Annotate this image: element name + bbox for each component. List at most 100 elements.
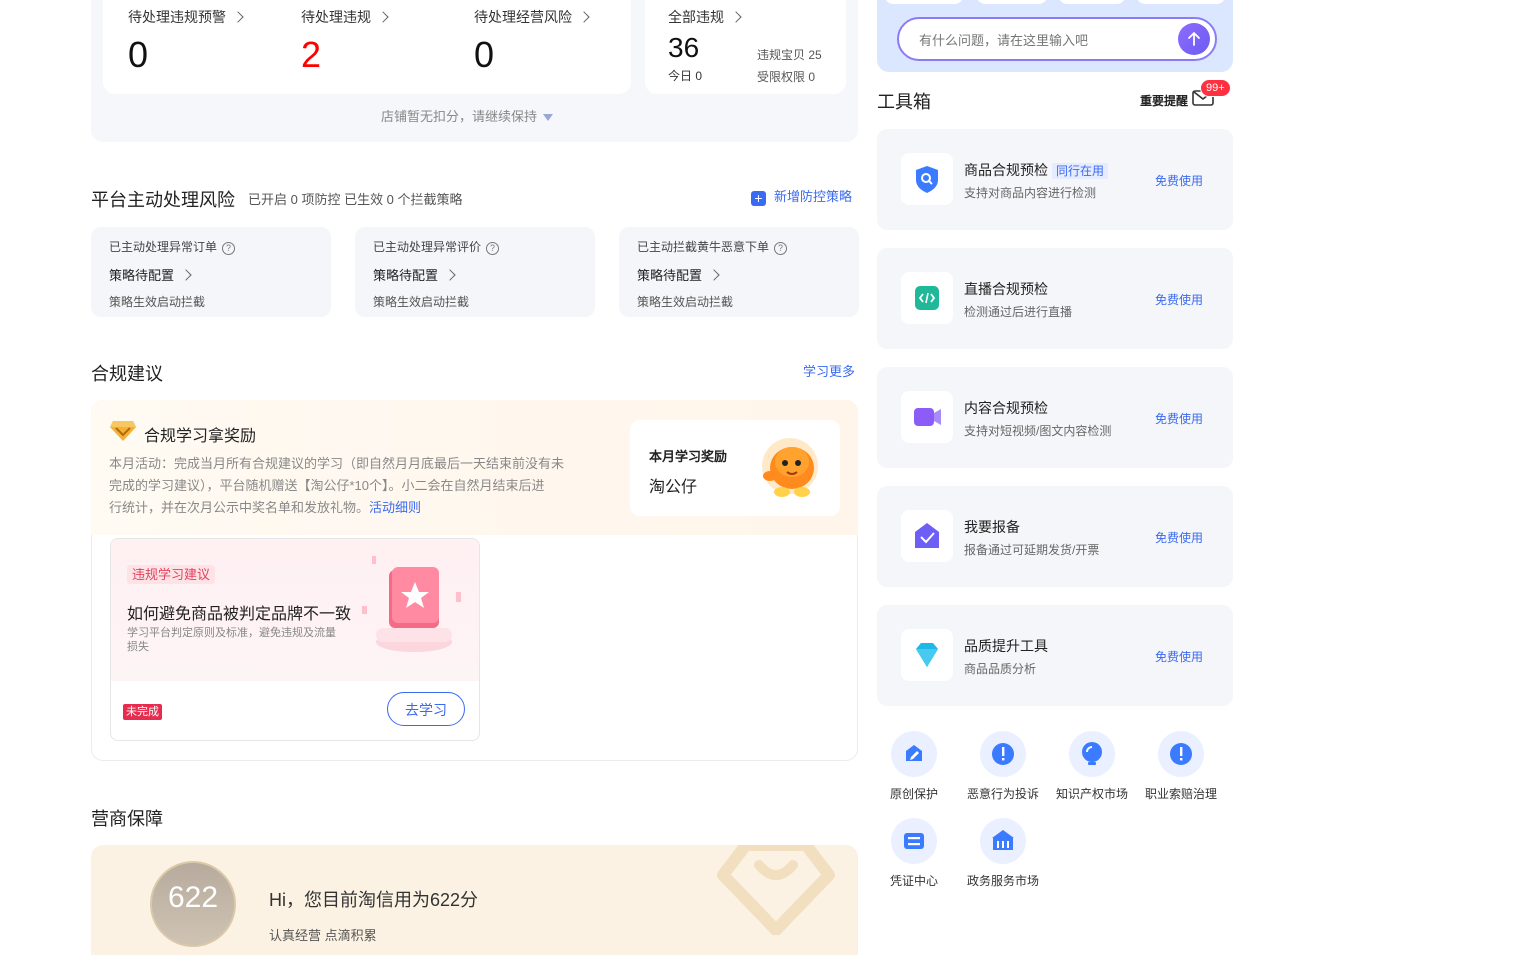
envelope-check-icon <box>915 523 939 548</box>
strategy-config-link[interactable]: 策略待配置 <box>373 265 456 284</box>
service-government-market[interactable] <box>980 818 1026 864</box>
caret-down-icon <box>543 114 554 122</box>
protection-title: 营商保障 <box>91 809 163 829</box>
add-strategy-link[interactable]: + 新增防控策略 <box>751 186 852 206</box>
strategy-status: 策略待配置 <box>109 268 175 283</box>
stat-value: 2 <box>301 34 322 75</box>
question-icon[interactable]: ? <box>486 242 500 255</box>
monthly-reward-label: 本月学习奖励 <box>649 449 728 464</box>
bag-watermark-icon <box>717 845 835 935</box>
peer-using-tag: 同行在用 <box>1052 163 1109 179</box>
stat-label: 全部违规 <box>668 9 724 25</box>
service-voucher-center[interactable] <box>891 818 937 864</box>
tool-title: 直播合规预检 <box>964 281 1048 297</box>
stat-label: 待处理经营风险 <box>474 9 572 25</box>
tool-title: 品质提升工具 <box>964 638 1048 654</box>
tool-title-row: 商品合规预检 同行在用 <box>964 160 1109 180</box>
mascot-image <box>762 438 818 497</box>
assistant-chip[interactable] <box>1059 0 1125 4</box>
learning-card-title: 如何避免商品被判定品牌不一致 <box>127 606 352 623</box>
tag-label: 违规学习建议 <box>127 565 216 584</box>
free-use-link[interactable]: 免费使用 <box>1155 529 1203 546</box>
strategy-config-link[interactable]: 策略待配置 <box>109 265 192 284</box>
go-learn-button[interactable]: 去学习 <box>387 692 465 726</box>
code-icon <box>915 286 939 310</box>
service-ip-market[interactable] <box>1069 731 1115 777</box>
violation-treasure-count: 违规宝贝 25 <box>757 48 822 62</box>
tool-icon-wrap <box>901 629 953 681</box>
tool-subtitle: 报备通过可延期发货/开票 <box>964 543 1100 557</box>
tool-subtitle: 支持对短视频/图文内容检测 <box>964 424 1112 438</box>
activity-desc-line: 完成的学习建议），平台随机赠送【淘公仔*10个】。小二会在自然月结束后进 <box>109 478 545 493</box>
platform-risk-summary: 已开启 0 项防控 已生效 0 个拦截策略 <box>248 192 463 207</box>
chevron-right-icon <box>232 11 244 23</box>
assistant-chip[interactable] <box>1137 0 1225 4</box>
stat-label: 待处理违规 <box>301 9 371 25</box>
strategy-desc: 策略生效启动拦截 <box>637 295 734 309</box>
toolbox-title: 工具箱 <box>877 92 931 112</box>
strategy-desc: 策略生效启动拦截 <box>373 295 470 309</box>
service-label: 凭证中心 <box>889 874 938 888</box>
question-icon[interactable]: ? <box>774 242 788 255</box>
question-icon[interactable]: ? <box>222 242 236 255</box>
shield-search-icon <box>916 166 938 193</box>
activity-description: 本月活动：完成当月所有合规建议的学习（即自然月月底最后一天结束前没有未 完成的学… <box>109 453 614 519</box>
chevron-right-icon <box>730 11 742 23</box>
tool-subtitle: 检测通过后进行直播 <box>964 305 1073 319</box>
platform-risk-title: 平台主动处理风险 <box>91 190 235 210</box>
strategy-config-link[interactable]: 策略待配置 <box>637 265 720 284</box>
learning-card-desc: 学习平台判定原则及标准，避免违规及流量 损失 <box>127 626 367 654</box>
all-violations-link[interactable]: 全部违规 <box>668 7 742 27</box>
activity-rules-link[interactable]: 活动细则 <box>369 500 421 515</box>
free-use-link[interactable]: 免费使用 <box>1155 648 1203 665</box>
free-use-link[interactable]: 免费使用 <box>1155 410 1203 427</box>
stat-pending-risk[interactable]: 待处理经营风险 <box>474 7 590 27</box>
strategy-status: 策略待配置 <box>373 268 439 283</box>
chevron-right-icon <box>180 269 192 281</box>
strategy-card-title: 已主动拦截黄牛恶意下单 <box>637 240 770 254</box>
chevron-right-icon <box>708 269 720 281</box>
strategy-card-title-row: 已主动处理异常评价? <box>373 238 500 255</box>
assistant-chip[interactable] <box>885 0 963 4</box>
tool-title: 内容合规预检 <box>964 400 1048 416</box>
send-button[interactable] <box>1178 23 1210 55</box>
service-malicious-complaint[interactable] <box>980 731 1026 777</box>
stat-pending-violation[interactable]: 待处理违规 <box>301 7 389 27</box>
alert-icon <box>1170 743 1192 765</box>
assistant-chip[interactable] <box>977 0 1047 4</box>
deduction-notice[interactable]: 店铺暂无扣分，请继续保持 <box>381 106 554 125</box>
assistant-input-wrap <box>897 17 1217 61</box>
tool-subtitle: 支持对商品内容进行检测 <box>964 186 1097 200</box>
strategy-status: 策略待配置 <box>637 268 703 283</box>
service-claim-governance[interactable] <box>1158 731 1204 777</box>
ticket-icon <box>904 833 924 849</box>
strategy-card-title-row: 已主动处理异常订单? <box>109 238 236 255</box>
alert-icon <box>992 743 1014 765</box>
service-label: 原创保护 <box>889 787 938 801</box>
all-violations-value: 36 <box>668 32 700 63</box>
status-badge: 未完成 <box>123 702 162 720</box>
assistant-input[interactable] <box>917 27 1171 53</box>
tool-icon-wrap <box>901 272 953 324</box>
strategy-card-title: 已主动处理异常评价 <box>373 240 482 254</box>
activity-desc-line: 本月活动：完成当月所有合规建议的学习（即自然月月底最后一天结束前没有未 <box>109 456 565 471</box>
learning-desc-line: 学习平台判定原则及标准，避免违规及流量 <box>127 627 336 639</box>
deduction-notice-text: 店铺暂无扣分，请继续保持 <box>381 109 538 124</box>
tool-icon-wrap <box>901 510 953 562</box>
free-use-link[interactable]: 免费使用 <box>1155 172 1203 189</box>
reward-title: 合规学习拿奖励 <box>144 428 257 445</box>
free-use-link[interactable]: 免费使用 <box>1155 291 1203 308</box>
status-label: 未完成 <box>123 704 162 720</box>
tool-title: 商品合规预检 <box>964 162 1048 178</box>
strategy-card-title: 已主动处理异常订单 <box>109 240 218 254</box>
service-original-protection[interactable] <box>891 731 937 777</box>
book-star-illustration <box>362 556 461 652</box>
strategy-desc: 策略生效启动拦截 <box>109 295 206 309</box>
notification-badge: 99+ <box>1200 79 1231 97</box>
violation-learning-tag: 违规学习建议 <box>127 564 216 584</box>
important-reminder-label[interactable]: 重要提醒 <box>1140 92 1188 109</box>
restricted-permissions-count: 受限权限 0 <box>757 70 816 84</box>
stat-value: 0 <box>474 34 495 75</box>
learn-more-link[interactable]: 学习更多 <box>803 361 855 380</box>
stat-pending-warning[interactable]: 待处理违规预警 <box>128 7 244 27</box>
